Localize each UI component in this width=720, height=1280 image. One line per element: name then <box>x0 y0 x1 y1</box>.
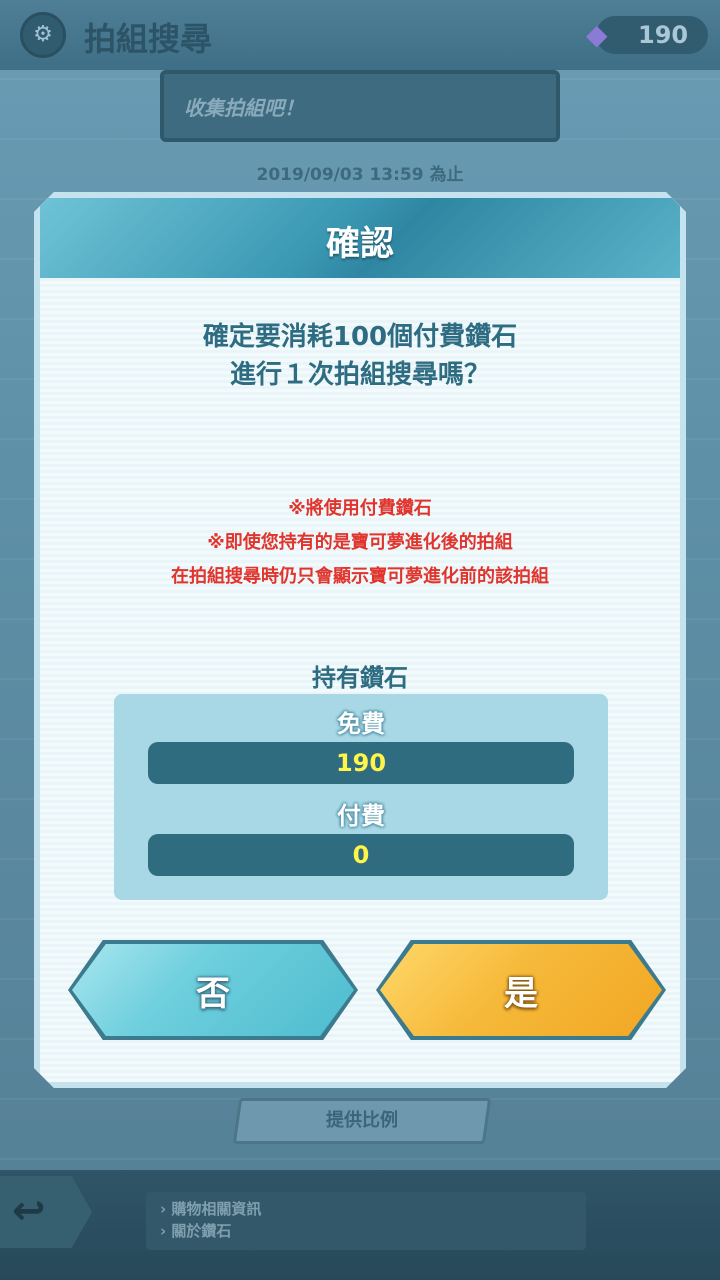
paid-label: 付費 <box>337 802 385 830</box>
rates-label: 提供比例 <box>326 1110 398 1131</box>
held-diamonds-label: 持有鑽石 <box>312 664 408 692</box>
warning-evolution-line-2: 在拍組搜尋時仍只會顯示寶可夢進化前的該拍組 <box>171 566 549 587</box>
top-bar: ⚙ 拍組搜尋 ◆ 190 <box>0 0 720 70</box>
dialog-header: 確認 <box>40 198 680 278</box>
about-diamonds-link[interactable]: › 關於鑽石 <box>160 1220 586 1242</box>
free-label: 免費 <box>337 710 385 738</box>
page-title: 拍組搜尋 <box>84 20 213 58</box>
question-line-1: 確定要消耗100個付費鑽石 <box>202 322 518 352</box>
gem-count: 190 <box>638 21 689 49</box>
free-value: 190 <box>148 742 574 784</box>
rates-button[interactable]: 提供比例 <box>232 1098 492 1144</box>
banner-text: 收集拍組吧！ <box>184 96 304 120</box>
gem-counter[interactable]: ◆ 190 <box>586 16 708 54</box>
menu-gear-icon[interactable]: ⚙ <box>20 12 66 58</box>
info-links: › 購物相關資訊 › 關於鑽石 <box>146 1192 586 1250</box>
paid-value: 0 <box>148 834 574 876</box>
confirm-dialog: 確認 確定要消耗100個付費鑽石 進行１次拍組搜尋嗎？ ※將使用付費鑽石 ※即使… <box>34 192 686 1088</box>
no-button[interactable]: 否 <box>68 940 358 1040</box>
warning-evolution-line-1: ※即使您持有的是寶可夢進化後的拍組 <box>207 532 513 553</box>
warning-paid-diamonds: ※將使用付費鑽石 <box>288 498 432 519</box>
diamond-icon: ◆ <box>586 18 608 51</box>
question-line-2: 進行１次拍組搜尋嗎？ <box>229 360 490 390</box>
held-diamonds-panel: 免費 190 付費 0 <box>114 694 608 900</box>
no-button-label: 否 <box>196 973 230 1014</box>
yes-button-label: 是 <box>504 973 538 1014</box>
back-arrow-icon: ↩ <box>12 1188 46 1234</box>
deadline-text: 2019/09/03 13:59 為止 <box>256 165 464 185</box>
shopping-info-link[interactable]: › 購物相關資訊 <box>160 1198 586 1220</box>
event-banner[interactable]: 收集拍組吧！ <box>160 70 560 142</box>
yes-button[interactable]: 是 <box>376 940 666 1040</box>
confirm-question: 確定要消耗100個付費鑽石 進行１次拍組搜尋嗎？ <box>40 318 680 394</box>
dialog-title: 確認 <box>326 224 394 264</box>
